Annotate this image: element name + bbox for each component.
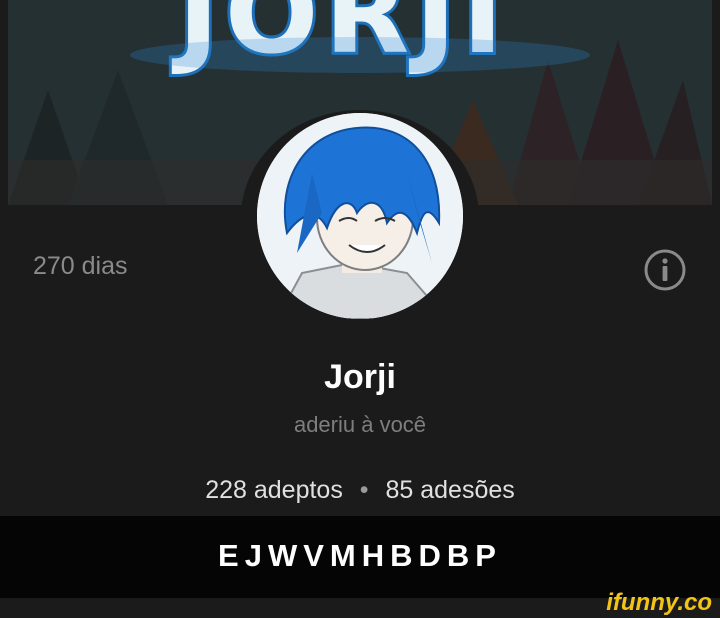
stats-separator: •	[359, 476, 369, 504]
caption-text: EJWVMHBDBP	[218, 538, 502, 573]
avatar[interactable]	[257, 113, 463, 319]
following-count[interactable]: 85 adesões	[386, 476, 515, 504]
ifunny-watermark: ifunny.co	[606, 589, 712, 616]
days-since-joined: 270 dias	[33, 252, 128, 280]
info-icon[interactable]	[643, 248, 687, 292]
followers-count[interactable]: 228 adeptos	[205, 476, 343, 504]
profile-stats: 228 adeptos • 85 adesões	[0, 476, 720, 505]
profile-name: Jorji	[324, 358, 396, 396]
profile-subtitle: aderiu à você	[293, 412, 427, 437]
